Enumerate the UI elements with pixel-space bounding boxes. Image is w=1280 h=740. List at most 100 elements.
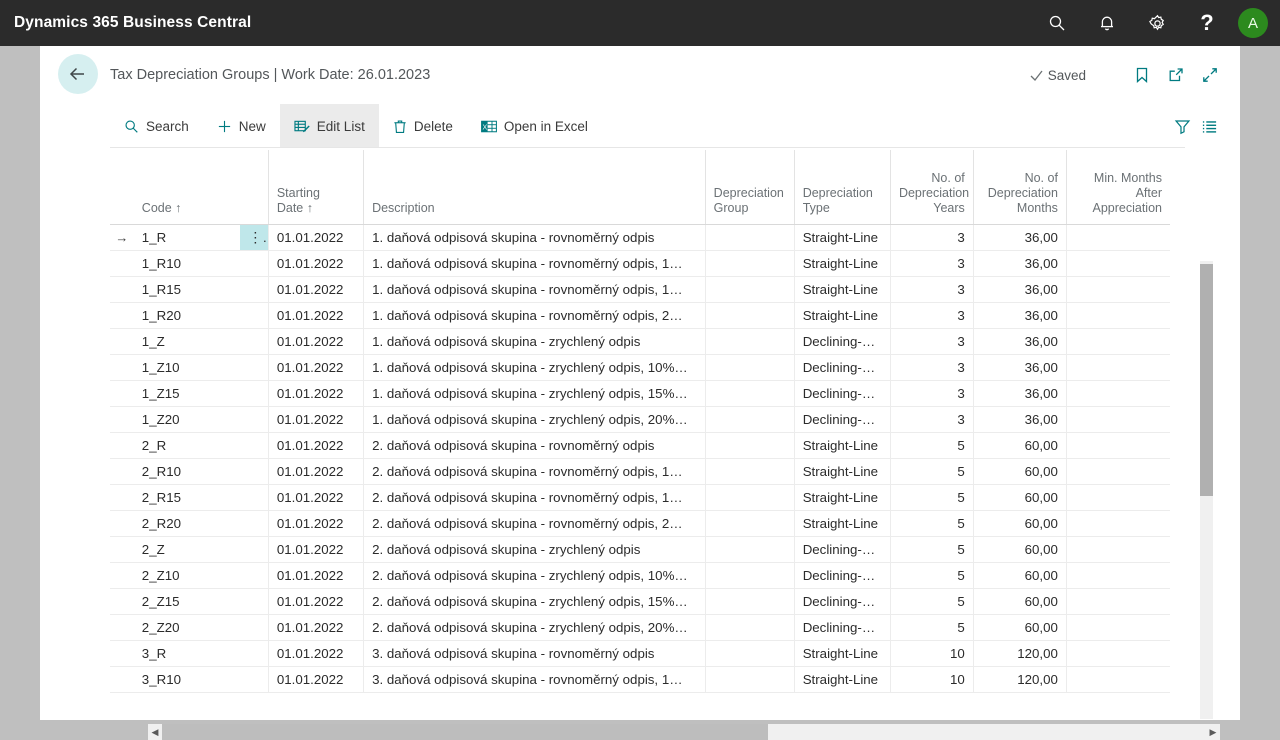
gear-icon[interactable] xyxy=(1132,0,1182,46)
cell-depreciation-type[interactable]: Declining-B… xyxy=(793,614,891,641)
avatar[interactable]: A xyxy=(1238,8,1268,38)
cell-min-months-after-appreciation[interactable] xyxy=(1065,380,1170,407)
cell-no-of-depreciation-years[interactable]: 3 xyxy=(889,224,974,251)
cell-depreciation-group[interactable] xyxy=(704,250,795,277)
cell-min-months-after-appreciation[interactable] xyxy=(1065,328,1170,355)
row-menu-icon[interactable] xyxy=(240,562,269,589)
column-header-description[interactable]: Description xyxy=(363,150,706,225)
cell-no-of-depreciation-years[interactable]: 3 xyxy=(889,276,974,303)
cell-code[interactable]: 1_Z xyxy=(133,328,241,355)
vertical-scrollbar[interactable] xyxy=(1200,261,1213,719)
column-header-no-of-depreciation-months[interactable]: No. of Depreciation Months xyxy=(972,150,1067,225)
cell-description[interactable]: 2. daňová odpisová skupina - rovnoměrný … xyxy=(363,432,706,459)
table-row[interactable]: 2_Z10 01.01.2022 2. daňová odpisová skupin… xyxy=(110,562,1170,589)
horizontal-scrollbar[interactable]: ◀ ▶ xyxy=(148,724,1220,740)
toolbar-open-in-excel-button[interactable]: X Open in Excel xyxy=(467,104,602,148)
cell-no-of-depreciation-months[interactable]: 120,00 xyxy=(972,666,1067,693)
cell-depreciation-group[interactable] xyxy=(704,328,795,355)
cell-code[interactable]: 1_R15 xyxy=(133,276,241,303)
cell-starting-date[interactable]: 01.01.2022 xyxy=(267,458,364,485)
cell-depreciation-type[interactable]: Straight-Line xyxy=(793,302,891,329)
cell-depreciation-type[interactable]: Declining-B… xyxy=(793,354,891,381)
cell-depreciation-group[interactable] xyxy=(704,562,795,589)
scroll-left-arrow-icon[interactable]: ◀ xyxy=(148,724,162,740)
cell-description[interactable]: 2. daňová odpisová skupina - zrychlený o… xyxy=(363,562,706,589)
scroll-right-arrow-icon[interactable]: ▶ xyxy=(1206,724,1220,740)
cell-depreciation-group[interactable] xyxy=(704,406,795,433)
cell-depreciation-group[interactable] xyxy=(704,640,795,667)
cell-code[interactable]: 2_Z15 xyxy=(133,588,241,615)
cell-no-of-depreciation-years[interactable]: 5 xyxy=(889,614,974,641)
cell-code[interactable]: 2_R15 xyxy=(133,484,241,511)
cell-no-of-depreciation-months[interactable]: 60,00 xyxy=(972,588,1067,615)
filter-funnel-icon[interactable] xyxy=(1174,118,1191,135)
cell-starting-date[interactable]: 01.01.2022 xyxy=(267,536,364,563)
cell-no-of-depreciation-years[interactable]: 3 xyxy=(889,328,974,355)
cell-no-of-depreciation-years[interactable]: 3 xyxy=(889,406,974,433)
cell-no-of-depreciation-years[interactable]: 3 xyxy=(889,354,974,381)
cell-min-months-after-appreciation[interactable] xyxy=(1065,588,1170,615)
column-header-depreciation-group[interactable]: Depreciation Group xyxy=(704,150,795,225)
cell-no-of-depreciation-years[interactable]: 5 xyxy=(889,562,974,589)
column-header-code[interactable]: Code ↑ xyxy=(133,150,241,225)
row-menu-icon[interactable] xyxy=(240,354,269,381)
table-row[interactable]: 2_Z 01.01.2022 2. daňová odpisová skupina … xyxy=(110,536,1170,563)
cell-min-months-after-appreciation[interactable] xyxy=(1065,510,1170,537)
cell-no-of-depreciation-months[interactable]: 36,00 xyxy=(972,276,1067,303)
table-row[interactable]: 2_R20 01.01.2022 2. daňová odpisová skupin… xyxy=(110,510,1170,537)
cell-no-of-depreciation-years[interactable]: 3 xyxy=(889,302,974,329)
cell-depreciation-group[interactable] xyxy=(704,458,795,485)
cell-no-of-depreciation-months[interactable]: 36,00 xyxy=(972,302,1067,329)
cell-no-of-depreciation-months[interactable]: 60,00 xyxy=(972,484,1067,511)
cell-depreciation-group[interactable] xyxy=(704,484,795,511)
row-menu-icon[interactable] xyxy=(240,588,269,615)
cell-no-of-depreciation-years[interactable]: 5 xyxy=(889,510,974,537)
column-header-starting-date[interactable]: Starting Date ↑ xyxy=(267,150,364,225)
notification-bell-icon[interactable] xyxy=(1082,0,1132,46)
cell-description[interactable]: 1. daňová odpisová skupina - zrychlený o… xyxy=(363,354,706,381)
cell-code[interactable]: 1_R10 xyxy=(133,250,241,277)
table-row[interactable]: → 1_R ⋮ 01.01.2022 1. daňová odpisová skupin… xyxy=(110,224,1170,251)
cell-description[interactable]: 2. daňová odpisová skupina - rovnoměrný … xyxy=(363,458,706,485)
row-menu-icon[interactable] xyxy=(240,640,269,667)
cell-no-of-depreciation-months[interactable]: 60,00 xyxy=(972,536,1067,563)
cell-no-of-depreciation-years[interactable]: 5 xyxy=(889,484,974,511)
cell-description[interactable]: 3. daňová odpisová skupina - rovnoměrný … xyxy=(363,640,706,667)
cell-no-of-depreciation-years[interactable]: 10 xyxy=(889,640,974,667)
cell-description[interactable]: 2. daňová odpisová skupina - rovnoměrný … xyxy=(363,510,706,537)
cell-no-of-depreciation-months[interactable]: 60,00 xyxy=(972,562,1067,589)
cell-code[interactable]: 1_R xyxy=(133,224,241,251)
cell-depreciation-group[interactable] xyxy=(704,432,795,459)
cell-depreciation-group[interactable] xyxy=(704,302,795,329)
cell-min-months-after-appreciation[interactable] xyxy=(1065,302,1170,329)
cell-depreciation-group[interactable] xyxy=(704,380,795,407)
cell-description[interactable]: 2. daňová odpisová skupina - zrychlený o… xyxy=(363,536,706,563)
cell-description[interactable]: 1. daňová odpisová skupina - rovnoměrný … xyxy=(363,302,706,329)
cell-code[interactable]: 2_R xyxy=(133,432,241,459)
cell-min-months-after-appreciation[interactable] xyxy=(1065,224,1170,251)
cell-min-months-after-appreciation[interactable] xyxy=(1065,406,1170,433)
cell-depreciation-type[interactable]: Straight-Line xyxy=(793,432,891,459)
cell-depreciation-group[interactable] xyxy=(704,588,795,615)
column-header-no-of-depreciation-years[interactable]: No. of Depreciation Years xyxy=(889,150,974,225)
cell-description[interactable]: 2. daňová odpisová skupina - zrychlený o… xyxy=(363,588,706,615)
cell-no-of-depreciation-years[interactable]: 5 xyxy=(889,432,974,459)
table-row[interactable]: 2_R15 01.01.2022 2. daňová odpisová skupin… xyxy=(110,484,1170,511)
bookmark-icon[interactable] xyxy=(1126,59,1158,91)
cell-code[interactable]: 2_Z10 xyxy=(133,562,241,589)
cell-code[interactable]: 1_Z10 xyxy=(133,354,241,381)
table-row[interactable]: 2_Z15 01.01.2022 2. daňová odpisová skupin… xyxy=(110,588,1170,615)
cell-depreciation-group[interactable] xyxy=(704,614,795,641)
toolbar-new-button[interactable]: New xyxy=(203,104,280,148)
table-row[interactable]: 1_Z10 01.01.2022 1. daňová odpisová skupin… xyxy=(110,354,1170,381)
cell-depreciation-type[interactable]: Straight-Line xyxy=(793,666,891,693)
cell-code[interactable]: 2_R20 xyxy=(133,510,241,537)
cell-min-months-after-appreciation[interactable] xyxy=(1065,432,1170,459)
cell-no-of-depreciation-months[interactable]: 60,00 xyxy=(972,510,1067,537)
cell-no-of-depreciation-years[interactable]: 5 xyxy=(889,536,974,563)
cell-description[interactable]: 2. daňová odpisová skupina - rovnoměrný … xyxy=(363,484,706,511)
cell-no-of-depreciation-years[interactable]: 10 xyxy=(889,666,974,693)
row-menu-icon[interactable] xyxy=(240,484,269,511)
cell-starting-date[interactable]: 01.01.2022 xyxy=(267,588,364,615)
row-menu-icon[interactable] xyxy=(240,328,269,355)
